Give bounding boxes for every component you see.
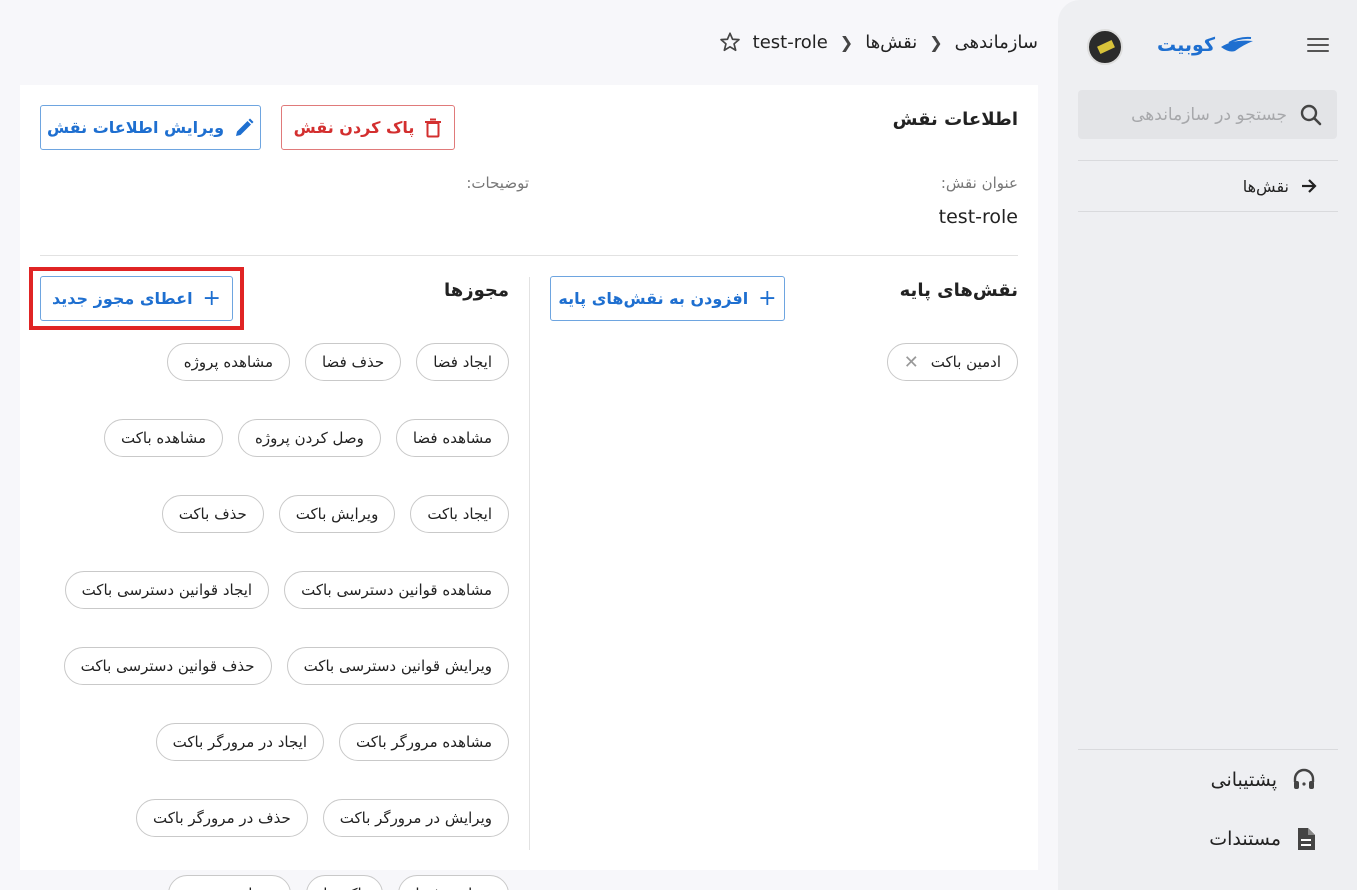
add-base-role-button[interactable]: + افزودن به نقش‌های پایه (550, 276, 785, 321)
sidebar-item-label: نقش‌ها (1242, 176, 1289, 196)
permission-chip: ایجاد در مرورگر باکت (155, 723, 324, 761)
permission-chip: ایجاد فضا (416, 343, 509, 381)
search-input[interactable] (1087, 104, 1287, 125)
permission-chip: مشاهده پروژه (168, 875, 292, 890)
permission-chip: مشاهده فضا (395, 419, 509, 457)
support-link[interactable]: پشتیبانی (1211, 764, 1317, 796)
breadcrumb-item-organization[interactable]: سازماندهی (955, 32, 1038, 53)
permission-chip: مشاهده پروژه (166, 343, 290, 381)
permission-chip: مشاهده باکت (104, 419, 224, 457)
search-box (1078, 90, 1337, 139)
permissions-title: مجوزها (443, 280, 509, 301)
trash-icon (425, 118, 442, 137)
delete-role-button[interactable]: پاک کردن نقش (281, 105, 455, 150)
pencil-icon (236, 118, 254, 136)
permission-chip: مشاهده مرورگر باکت (339, 723, 509, 761)
star-icon[interactable] (719, 31, 741, 53)
support-label: پشتیبانی (1210, 769, 1277, 791)
headset-icon (1293, 768, 1315, 789)
permission-chip: حذف باکت (161, 495, 264, 533)
arrow-right-icon (1302, 179, 1317, 193)
role-name-label: عنوان نقش: (940, 174, 1018, 192)
permission-chip: حذف فضا (304, 343, 402, 381)
divider (40, 255, 1018, 256)
docs-link[interactable]: مستندات (1209, 823, 1317, 855)
close-icon[interactable]: ✕ (904, 352, 919, 373)
edit-role-button[interactable]: ویرایش اطلاعات نقش (40, 105, 261, 150)
grant-permission-button[interactable]: + اعطای مجوز جدید (40, 276, 233, 321)
role-name-value: test-role (938, 206, 1018, 228)
search-icon (1300, 104, 1322, 125)
boat-logo-icon (1221, 36, 1253, 52)
divider (1078, 211, 1338, 212)
docs-label: مستندات (1209, 828, 1281, 850)
plus-icon: + (202, 286, 221, 311)
base-roles-title: نقش‌های پایه (899, 280, 1018, 301)
logo[interactable]: کوبیت (1157, 31, 1255, 59)
breadcrumb-item-roles[interactable]: نقش‌ها (865, 32, 917, 53)
permissions-list: ایجاد فضا حذف فضا مشاهده پروژه مشاهده فض… (39, 343, 509, 890)
chevron-left-icon: ❮ (839, 32, 854, 52)
plus-icon: + (758, 286, 777, 311)
sidebar: کوبیت نقش‌ها پشتیبانی (1058, 0, 1357, 890)
permission-chip: ویرایش فضا (398, 875, 509, 890)
permission-chip: ایجاد باکت (410, 495, 509, 533)
base-role-chip: ادمین باکت ✕ (886, 343, 1018, 381)
permission-chip: وصل کردن پروژه (238, 419, 381, 457)
permission-chip: حذف در مرورگر باکت (136, 799, 308, 837)
permission-chip: ویرایش قوانین دسترسی باکت (286, 647, 509, 685)
sidebar-item-roles[interactable]: نقش‌ها (1243, 171, 1319, 201)
breadcrumb: سازماندهی ❮ نقش‌ها ❮ test-role (719, 28, 1038, 56)
chevron-left-icon: ❮ (929, 32, 943, 52)
logo-text: کوبیت (1157, 34, 1215, 56)
divider (529, 277, 530, 850)
permission-chip: مشاهده قوانین دسترسی باکت (284, 571, 509, 609)
permission-chip: ویرایش در مرورگر باکت (322, 799, 509, 837)
avatar[interactable] (1087, 29, 1123, 65)
breadcrumb-item-current: test-role (752, 31, 828, 53)
role-card: اطلاعات نقش پاک کردن نقش ویرایش اطلاعات … (20, 85, 1038, 890)
permission-chip: ایجاد قوانین دسترسی باکت (64, 571, 270, 609)
menu-icon[interactable] (1305, 34, 1329, 56)
document-icon (1298, 828, 1315, 850)
divider (1078, 749, 1338, 750)
base-roles-list: ادمین باکت ✕ (548, 343, 1018, 381)
role-info-title: اطلاعات نقش (892, 109, 1018, 130)
permission-chip: حذف قوانین دسترسی باکت (63, 647, 272, 685)
permission-chip: باکت‌ها (306, 875, 384, 890)
divider (1078, 160, 1338, 161)
role-description-label: توضیحات: (466, 174, 529, 192)
permission-chip: ویرایش باکت (278, 495, 396, 533)
